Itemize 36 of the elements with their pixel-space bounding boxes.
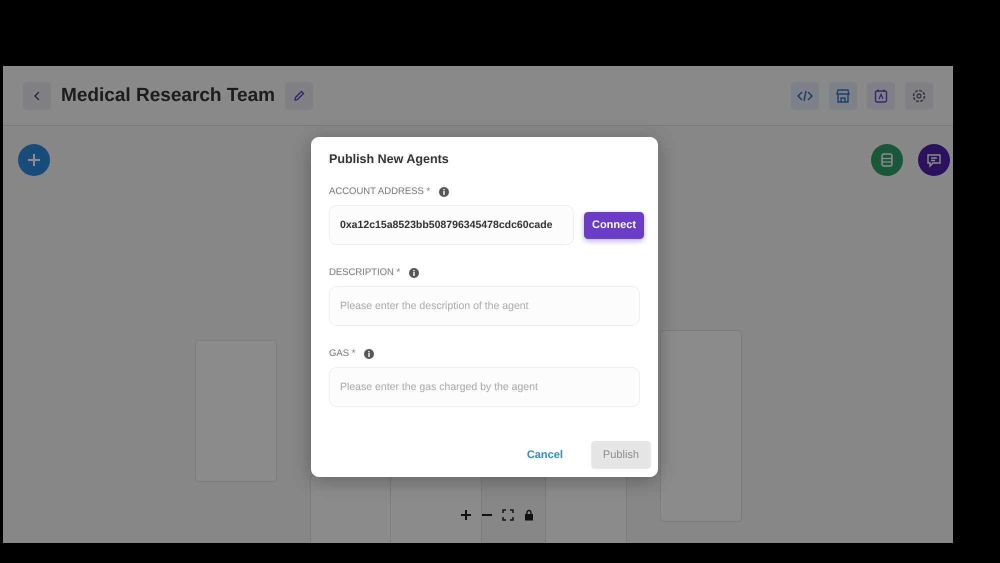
lock-icon[interactable] — [523, 509, 535, 521]
storefront-icon — [835, 88, 851, 104]
store-button[interactable] — [829, 82, 857, 110]
code-button[interactable] — [791, 82, 819, 110]
settings-button[interactable] — [905, 82, 933, 110]
add-button[interactable] — [18, 144, 50, 176]
database-icon — [879, 152, 895, 168]
info-icon[interactable] — [409, 268, 420, 278]
edit-button[interactable] — [285, 82, 314, 110]
info-icon[interactable] — [364, 348, 374, 358]
chat-button[interactable] — [918, 144, 950, 176]
cancel-button[interactable]: Cancel — [514, 441, 575, 469]
field-label: GAS * — [329, 348, 356, 359]
dialog-title: Publish New Agents — [329, 152, 450, 166]
address-field[interactable]: 0xa12c15a8523bb508796345478cdc60cade — [329, 205, 574, 245]
chat-icon — [926, 152, 942, 168]
calendar-icon — [873, 88, 889, 104]
node-card[interactable] — [390, 475, 482, 543]
node-card[interactable] — [310, 475, 392, 543]
calendar-button[interactable] — [867, 82, 895, 110]
code-icon — [797, 88, 813, 102]
input-field[interactable]: Please enter the gas charged by the agent — [329, 367, 640, 407]
pencil-icon — [292, 88, 306, 102]
database-button[interactable] — [871, 144, 903, 176]
zoom-in-icon[interactable] — [460, 509, 472, 521]
settings-icon — [911, 88, 927, 104]
fullscreen-icon[interactable] — [502, 509, 514, 521]
connect-button[interactable]: Connect — [584, 212, 644, 238]
page-title: Medical Research Team — [61, 84, 276, 106]
node-card[interactable] — [545, 475, 627, 543]
field-label: ACCOUNT ADDRESS * — [329, 186, 430, 197]
field-label: DESCRIPTION * — [329, 267, 400, 278]
plus-icon — [27, 153, 41, 167]
node-card[interactable] — [660, 330, 742, 522]
info-icon[interactable] — [439, 186, 450, 196]
input-field[interactable]: Please enter the description of the agent — [329, 286, 640, 326]
